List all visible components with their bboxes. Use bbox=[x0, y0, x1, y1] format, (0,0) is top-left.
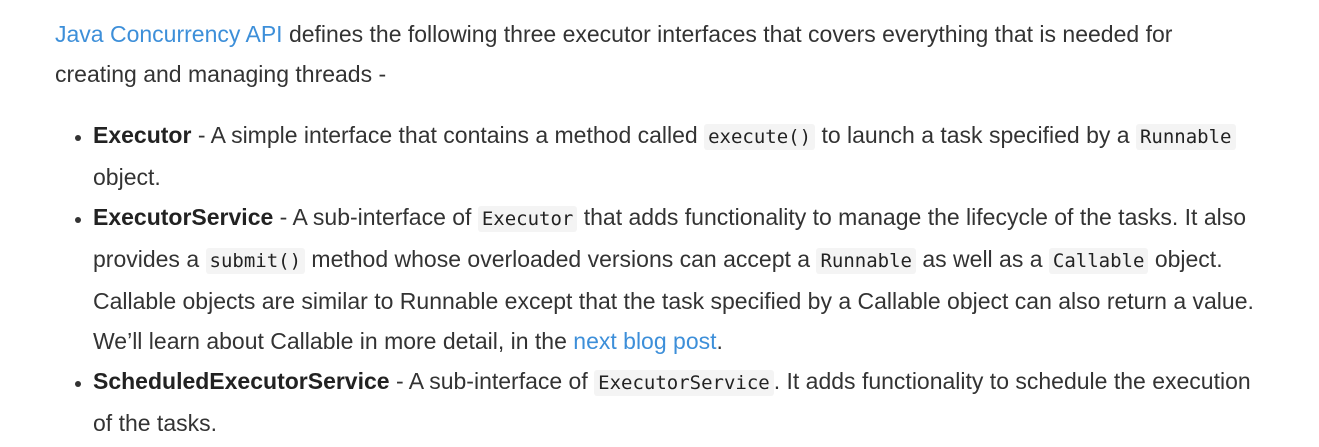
item-text: to launch a task specified by a bbox=[815, 122, 1136, 148]
list-item-executor: Executor - A simple interface that conta… bbox=[93, 115, 1255, 197]
term-executor-service: ExecutorService bbox=[93, 204, 274, 230]
item-text: . bbox=[716, 328, 723, 354]
item-text: as well as a bbox=[915, 246, 1049, 272]
term-executor: Executor bbox=[93, 122, 192, 148]
item-text: - A sub-interface of bbox=[389, 368, 595, 394]
executor-interfaces-list: Executor - A simple interface that conta… bbox=[55, 115, 1255, 443]
item-text: object. bbox=[93, 164, 161, 190]
code-callable: Callable bbox=[1048, 248, 1149, 274]
list-item-executor-service: ExecutorService - A sub-interface of Exe… bbox=[93, 197, 1255, 361]
code-execute: execute() bbox=[704, 124, 816, 150]
code-executor-service: ExecutorService bbox=[594, 370, 774, 396]
list-item-scheduled-executor-service: ScheduledExecutorService - A sub-interfa… bbox=[93, 361, 1255, 443]
code-submit: submit() bbox=[205, 248, 306, 274]
code-executor: Executor bbox=[477, 206, 578, 232]
item-text: - A simple interface that contains a met… bbox=[191, 122, 705, 148]
code-runnable: Runnable bbox=[816, 248, 916, 274]
article-content: Java Concurrency API defines the followi… bbox=[55, 14, 1255, 443]
code-runnable: Runnable bbox=[1135, 124, 1236, 150]
item-text: - A sub-interface of bbox=[273, 204, 478, 230]
intro-paragraph: Java Concurrency API defines the followi… bbox=[55, 14, 1255, 94]
term-scheduled-executor-service: ScheduledExecutorService bbox=[93, 368, 390, 394]
java-concurrency-api-link[interactable]: Java Concurrency API bbox=[55, 21, 283, 47]
next-blog-post-link[interactable]: next blog post bbox=[573, 328, 716, 354]
item-text: method whose overloaded versions can acc… bbox=[305, 246, 817, 272]
